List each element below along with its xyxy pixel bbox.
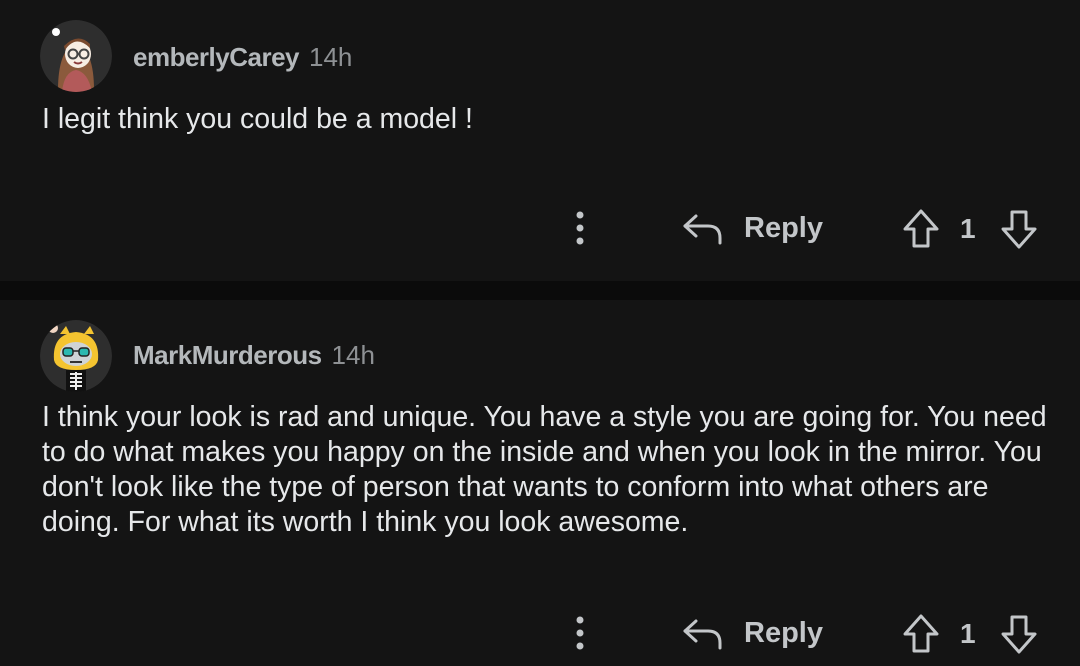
username[interactable]: emberlyCarey (133, 42, 300, 73)
reply-label: Reply (744, 211, 823, 244)
downvote-button[interactable] (998, 613, 1040, 655)
comment-card: MarkMurderous 14h I think your look is r… (0, 300, 1080, 666)
timestamp: 14h (331, 340, 375, 370)
downvote-button[interactable] (998, 208, 1040, 250)
upvote-arrow-icon (903, 209, 939, 248)
avatar[interactable] (40, 320, 112, 392)
comment-card: emberlyCarey 14h I legit think you could… (0, 0, 1080, 281)
comment-body: I think your look is rad and unique. You… (42, 401, 1047, 538)
comment-actions: Reply 1 (0, 203, 1080, 253)
comment-body: I legit think you could be a model ! (42, 103, 473, 135)
vote-score: 1 (960, 618, 976, 649)
reply-arrow-icon (683, 214, 722, 245)
comment-header: MarkMurderous 14h (133, 340, 375, 372)
upvote-arrow-icon (903, 614, 939, 653)
downvote-arrow-icon (1001, 615, 1037, 654)
upvote-button[interactable] (900, 208, 942, 250)
vertical-ellipsis-icon (576, 616, 584, 650)
comment-actions: Reply 1 (0, 608, 1080, 658)
username[interactable]: MarkMurderous (133, 340, 322, 371)
vertical-ellipsis-icon (576, 211, 584, 245)
reply-label: Reply (744, 616, 823, 649)
vote-score: 1 (960, 213, 976, 244)
upvote-button[interactable] (900, 613, 942, 655)
downvote-arrow-icon (1001, 210, 1037, 249)
reply-button[interactable]: Reply (682, 208, 823, 248)
more-options-button[interactable] (565, 613, 595, 653)
reply-arrow-icon (683, 619, 722, 650)
comment-header: emberlyCarey 14h (133, 42, 352, 74)
skeleton-in-yellow-hood-avatar-icon (40, 320, 112, 392)
girl-with-glasses-avatar-icon (40, 20, 112, 92)
timestamp: 14h (309, 42, 353, 72)
avatar[interactable] (40, 20, 112, 92)
reply-button[interactable]: Reply (682, 613, 823, 653)
more-options-button[interactable] (565, 208, 595, 248)
